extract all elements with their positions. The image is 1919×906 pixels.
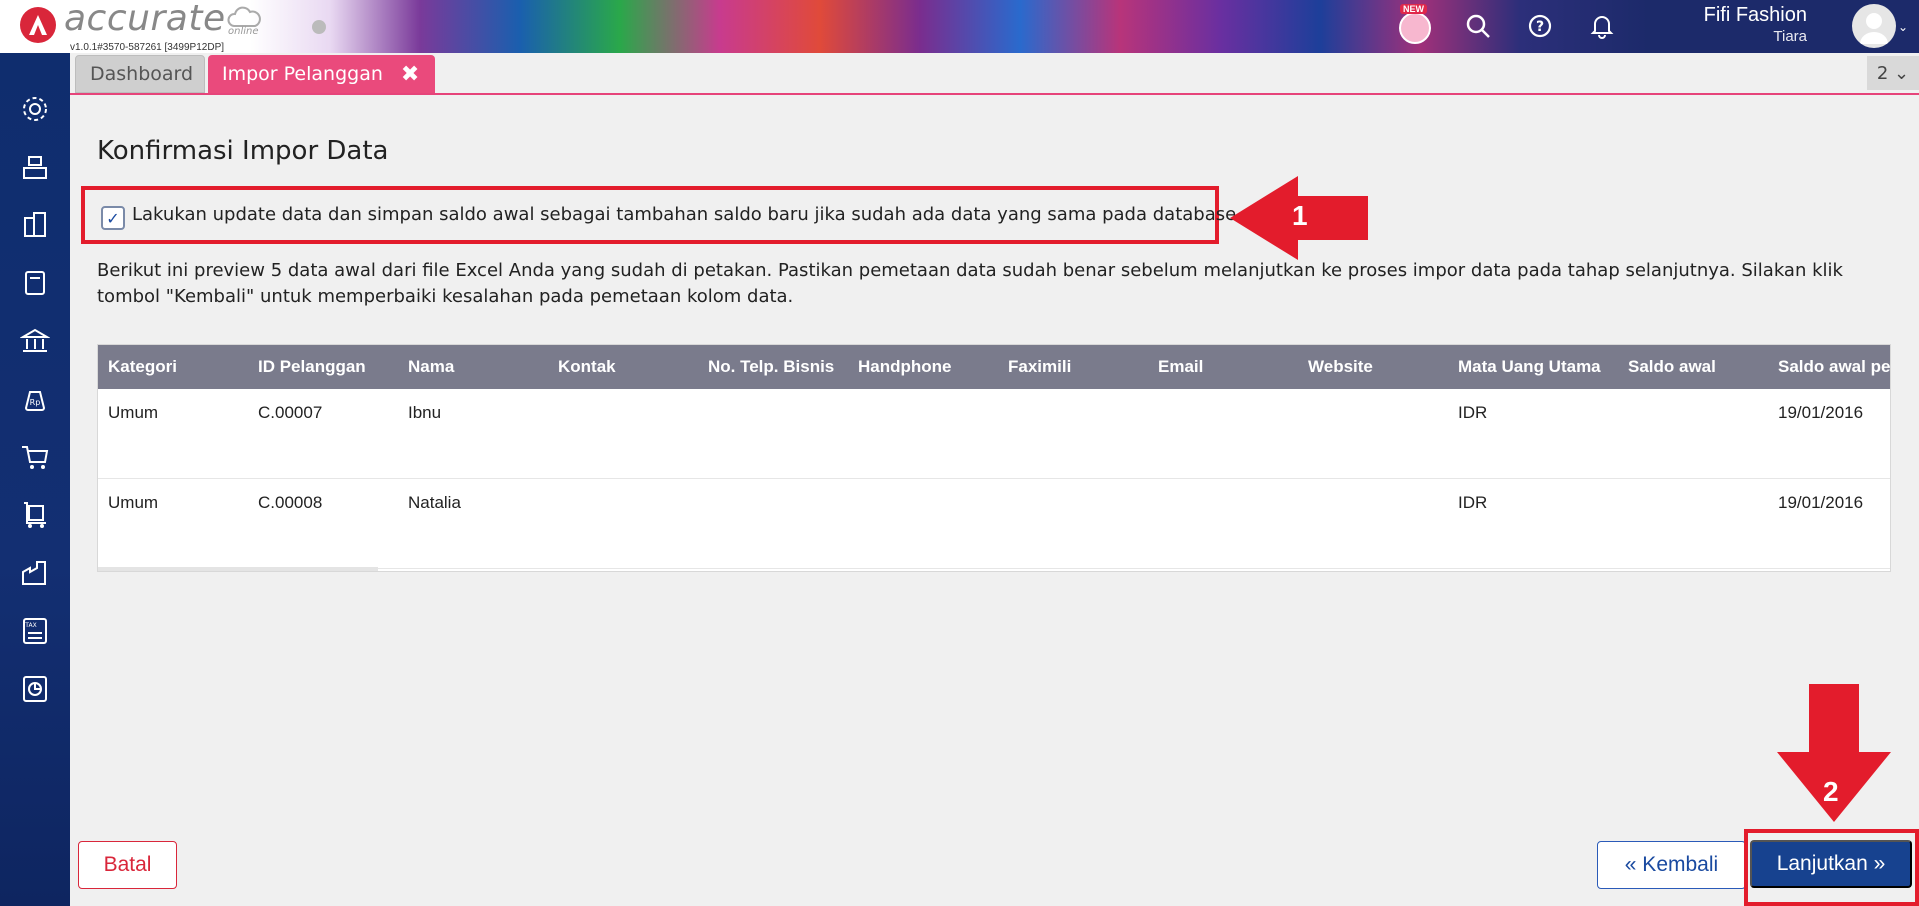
cart-icon [22, 446, 49, 469]
column-header: Kategori [108, 357, 177, 376]
cell-id: C.00008 [258, 493, 323, 512]
next-button[interactable]: Lanjutkan » [1750, 840, 1912, 888]
sidebar-item-sales-point[interactable] [17, 149, 53, 185]
column-header: Handphone [858, 357, 952, 376]
check-icon: ✓ [106, 208, 120, 228]
preview-description: Berikut ini preview 5 data awal dari fil… [97, 260, 1843, 307]
tab-impor-pelanggan[interactable]: Impor Pelanggan ✖ [208, 55, 435, 93]
preview-table: Kategori ID Pelanggan Nama Kontak No. Te… [97, 344, 1891, 572]
cancel-button[interactable]: Batal [78, 841, 177, 889]
notification-button[interactable] [1582, 6, 1622, 46]
table-row[interactable]: Umum C.00008 Natalia IDR 19/01/2016 [98, 479, 1890, 569]
cloud-icon [227, 6, 261, 27]
search-icon [1466, 14, 1490, 38]
tab-label: Dashboard [90, 63, 194, 85]
tab-bar: Dashboard Impor Pelanggan ✖ 2 ⌄ [70, 53, 1919, 95]
avatar[interactable] [1852, 4, 1896, 48]
app-header: accurate online v1.0.1#3570-587261 [3499… [0, 0, 1919, 53]
sidebar-item-company[interactable] [17, 207, 53, 243]
column-header: Saldo awal pe [1778, 357, 1891, 376]
cell-date: 19/01/2016 [1778, 493, 1864, 512]
column-header: Faximili [1008, 357, 1072, 376]
app-version: v1.0.1#3570-587261 [3499P12DP] [70, 42, 225, 53]
column-header: Nama [408, 357, 455, 376]
tax-icon: TAX [23, 618, 47, 644]
sidebar-item-reports[interactable] [17, 671, 53, 707]
update-option-highlight: ✓ Lakukan update data dan simpan saldo a… [81, 186, 1236, 244]
column-header: Mata Uang Utama [1458, 357, 1601, 376]
cell-currency: IDR [1458, 493, 1488, 512]
update-option-checkbox[interactable]: ✓ [101, 206, 125, 230]
cell-id: C.00007 [258, 403, 323, 422]
brand-sub: online [228, 26, 259, 37]
brand-name: accurate [64, 0, 226, 39]
user-icon [1860, 13, 1888, 44]
svg-text:?: ? [1536, 19, 1544, 35]
cell-nama: Ibnu [408, 403, 442, 422]
cell-currency: IDR [1458, 403, 1488, 422]
column-header: No. Telp. Bisnis [708, 357, 835, 376]
sidebar-item-purchase[interactable] [17, 439, 53, 475]
tab-count-dropdown[interactable]: 2 ⌄ [1867, 56, 1919, 90]
back-button[interactable]: « Kembali [1597, 841, 1746, 889]
column-header: Website [1308, 357, 1373, 376]
gear-icon [23, 97, 47, 121]
accurate-logo[interactable]: accurate online v1.0.1#3570-587261 [3499… [20, 0, 280, 53]
column-header: Kontak [558, 357, 616, 376]
building-icon [24, 212, 46, 237]
tab-label: Impor Pelanggan [222, 63, 383, 85]
sidebar-item-assets[interactable] [17, 555, 53, 591]
svg-text:TAX: TAX [24, 622, 36, 629]
cell-kategori: Umum [108, 403, 159, 422]
column-header: ID Pelanggan [258, 357, 366, 376]
mascot-icon [1399, 12, 1431, 44]
report-icon [23, 676, 47, 702]
chevron-down-icon[interactable]: ⌄ [1898, 20, 1908, 34]
factory-icon [22, 561, 46, 585]
search-button[interactable] [1458, 6, 1498, 46]
tab-dashboard[interactable]: Dashboard [75, 55, 205, 93]
bank-icon [20, 328, 50, 352]
update-option-label[interactable]: Lakukan update data dan simpan saldo awa… [132, 204, 1236, 225]
sidebar-item-bank[interactable] [17, 323, 53, 359]
bell-icon [1590, 16, 1614, 39]
company-name[interactable]: Fifi Fashion [1704, 4, 1807, 27]
horizontal-scrollbar[interactable] [98, 567, 378, 571]
column-header: Saldo awal [1628, 357, 1716, 376]
main-content: Konfirmasi Impor Data ✓ Lakukan update d… [70, 96, 1919, 906]
help-icon: ? [1528, 14, 1552, 38]
money-bag-icon: Rp [24, 391, 46, 411]
cell-date: 19/01/2016 [1778, 403, 1864, 422]
cash-register-icon [23, 156, 47, 179]
accurate-logo-mark-icon [20, 7, 56, 43]
whats-new-button[interactable]: NEW [1397, 4, 1433, 44]
column-header: Email [1158, 357, 1204, 376]
svg-text:Rp: Rp [30, 398, 41, 407]
new-badge: NEW [1400, 4, 1427, 14]
trolley-icon [24, 502, 46, 528]
ledger-icon [25, 271, 45, 295]
cell-kategori: Umum [108, 493, 159, 512]
cell-nama: Natalia [408, 493, 461, 512]
status-dot [312, 20, 326, 34]
sidebar-item-finance[interactable]: Rp [17, 381, 53, 417]
sidebar-item-ledger[interactable] [17, 265, 53, 301]
sidebar-item-settings[interactable] [17, 91, 53, 127]
page-title: Konfirmasi Impor Data [97, 136, 389, 166]
close-icon[interactable]: ✖ [401, 62, 419, 87]
user-name: Tiara [1773, 28, 1807, 45]
annotation-1: 1 [1292, 200, 1308, 231]
sidebar-item-tax[interactable]: TAX [17, 613, 53, 649]
table-row[interactable]: Umum C.00007 Ibnu IDR 19/01/2016 [98, 389, 1890, 479]
help-button[interactable]: ? [1520, 6, 1560, 46]
sidebar: Rp TAX [0, 53, 70, 906]
table-header: Kategori ID Pelanggan Nama Kontak No. Te… [98, 345, 1891, 389]
annotation-2: 2 [1823, 776, 1839, 807]
sidebar-item-inventory[interactable] [17, 497, 53, 533]
